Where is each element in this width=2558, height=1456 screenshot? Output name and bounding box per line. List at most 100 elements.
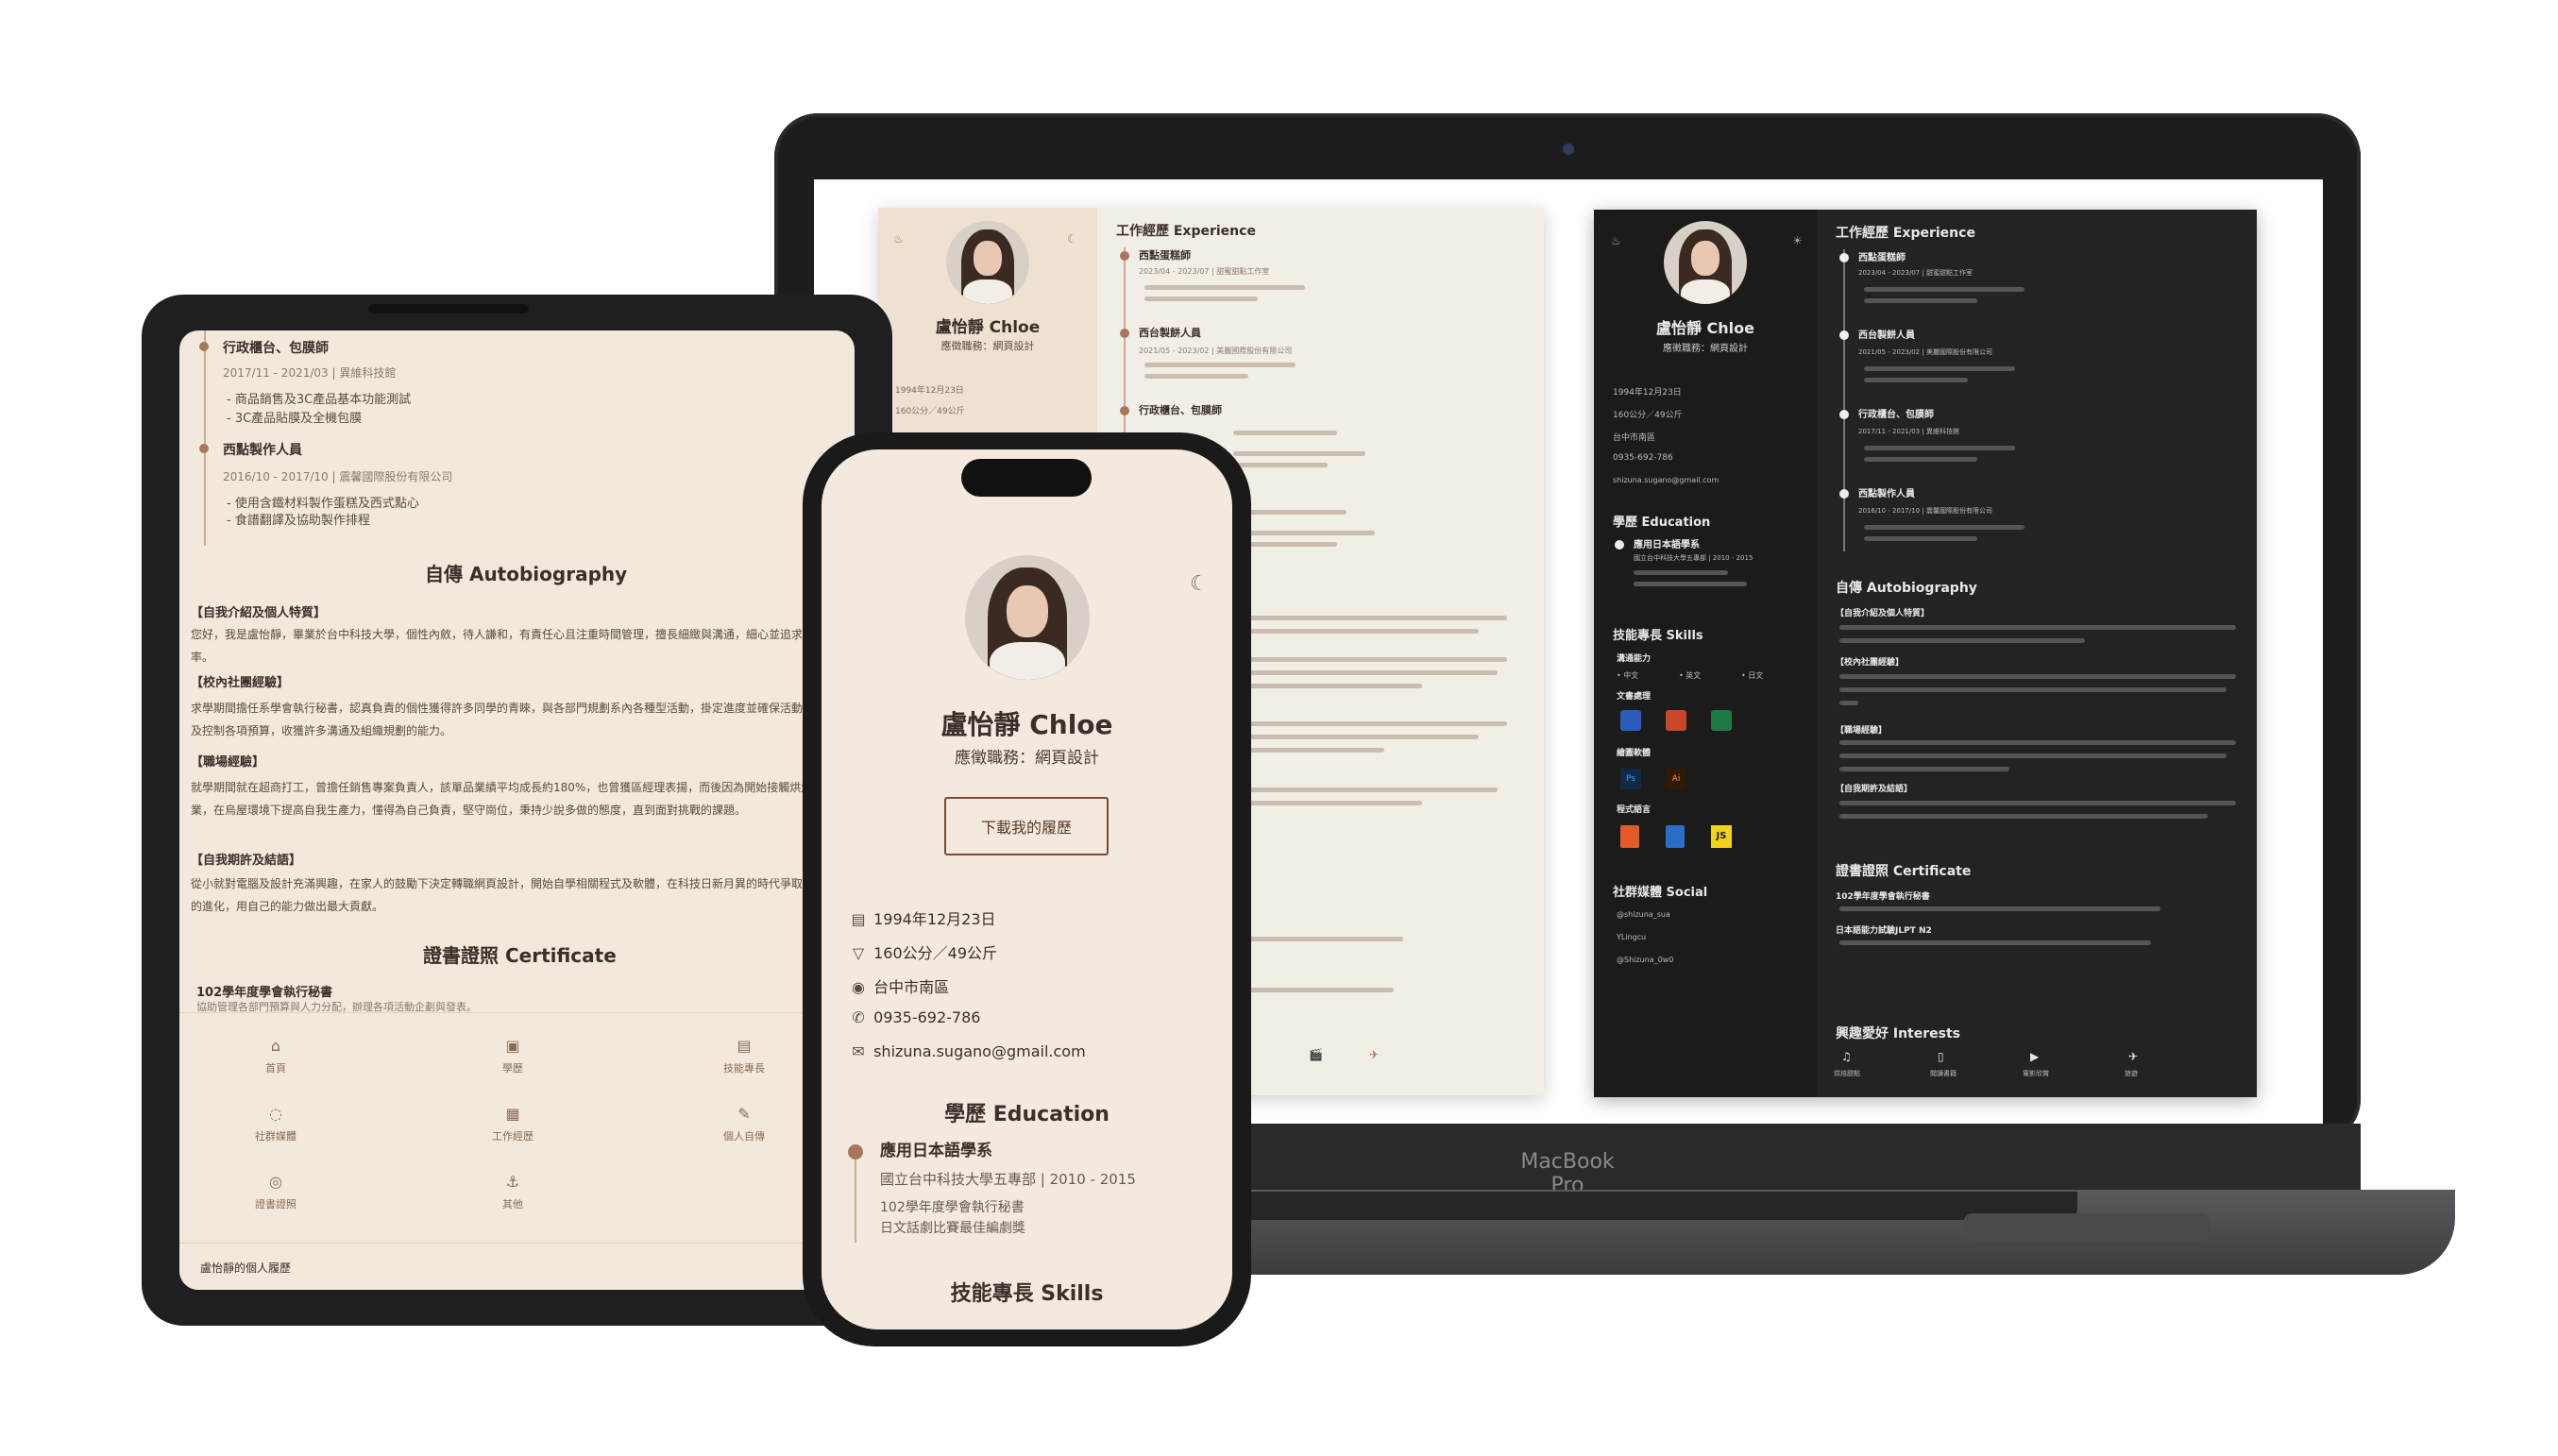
education-icon: ▣ [505,1037,520,1055]
html-icon [1620,825,1639,848]
info-location: 台中市南區 [1613,433,1656,443]
info-phone: 0935-692-786 [1613,453,1673,463]
travel-icon: ✈ [2128,1050,2139,1063]
resume-dark-page: ♨ ☀ 盧怡靜 Chloe 應徵職務：網頁設計 1994年12月23日 160公… [1594,210,2257,1097]
interest-travel-icon: ✈ [1369,1048,1380,1061]
education-note-0: 102學年度學會執行秘書 [880,1200,1025,1215]
exp-title-3: 西點製作人員 [1858,489,1915,499]
tablet-screen: 行政櫃台、包膜師 2017/11 - 2021/03 | 異維科技館 - 商品銷… [179,330,855,1290]
avatar [965,555,1090,680]
nav-social[interactable]: ◌ 社群媒體 [229,1105,323,1143]
skills-icon: ▤ [737,1037,752,1055]
exp-meta-3: 2016/10 - 2017/10 | 震馨國際股份有限公司 [1858,507,1992,515]
exp-title-2: 行政櫃台、包膜師 [1858,410,1934,420]
autobio-heading-2: 【職場經驗】 [1836,726,1888,736]
social-title: 社群媒體 Social [1613,886,1708,900]
skill-group-2: 繪圖軟體 [1617,749,1652,758]
phone-screen: ☾ 盧怡靜 Chloe 應徵職務：網頁設計 下載我的履歷 ▤ 1994年12月2… [822,449,1232,1329]
autobio-text-1: 求學期間擔任系學會執行秘書，認真負責的個性獲得許多同學的青睞，與各部門規劃系內各… [191,702,826,737]
nav-experience[interactable]: ▦ 工作經歷 [466,1105,560,1143]
download-resume-button[interactable]: 下載我的履歷 [944,797,1109,855]
info-birthday: 1994年12月23日 [1613,388,1682,398]
education-note-1: 日文話劇比賽最佳編劇獎 [880,1221,1025,1236]
print-icon[interactable]: ♨ [893,232,904,245]
location-icon: ◉ [852,978,865,996]
info-birthday: ▤ 1994年12月23日 [848,906,995,929]
skill-group-0: 溝通能力 [1617,654,1652,664]
certificate-name-0: 102學年度學會執行秘書 [196,986,333,1000]
avatar [946,221,1029,304]
nav-home[interactable]: ⌂ 首頁 [229,1037,323,1075]
exp-meta-2: 2017/11 - 2021/03 | 異維科技館 [223,366,397,380]
exp-meta-2: 2017/11 - 2021/03 | 異維科技館 [1858,428,1959,435]
skill-group-1: 文書處理 [1617,692,1652,702]
info-email[interactable]: ✉ shizuna.sugano@gmail.com [848,1042,1085,1060]
education-department: 應用日本語學系 [880,1142,992,1160]
print-icon[interactable]: ♨ [1611,234,1621,247]
exp-meta-0: 2023/04 - 2023/07 | 甜蜜甜點工作室 [1139,267,1270,276]
education-school: 國立台中科技大學五專部 | 2010 - 2015 [1634,554,1753,562]
moon-icon[interactable]: ☾ [1190,572,1209,596]
social-link-1[interactable]: YLingcu [1617,933,1646,941]
theme-toggle-icon[interactable]: ☾ [1067,232,1077,245]
education-title: 學歷 Education [944,1103,1110,1126]
skills-title: 技能專長 Skills [1613,629,1703,643]
autobio-heading-0: 【自我介紹及個人特質】 [191,606,327,620]
experience-title: 工作經歷 Experience [1116,224,1256,239]
excel-icon [1711,710,1732,731]
nav-certificate[interactable]: ◎ 證書證照 [229,1173,323,1211]
social-link-0[interactable]: @shizuna_sua [1617,910,1670,919]
social-link-2[interactable]: @Shizuna_0w0 [1617,956,1673,964]
javascript-icon: JS [1711,825,1732,848]
autobio-heading-3: 【自我期許及結語】 [191,854,302,868]
autobio-heading-0: 【自我介紹及個人特質】 [1836,609,1930,618]
nav-other[interactable]: ⚓ 其他 [466,1173,560,1211]
exp-title-3: 西點製作人員 [223,443,302,458]
interest-2: 電影欣賞 [2023,1070,2049,1077]
interest-movie-icon: 🎬 [1309,1048,1323,1061]
music-icon: ♫ [1841,1050,1852,1063]
certificate-title: 證書證照 Certificate [1836,864,1972,879]
resume-name: 盧怡靜 Chloe [1655,319,1755,337]
info-location: ◉ 台中市南區 [848,974,949,997]
skills-title: 技能專長 Skills [950,1282,1104,1306]
skill-group-3: 程式語言 [1617,805,1652,815]
exp-title-2: 行政櫃台、包膜師 [1139,404,1222,416]
css-icon [1666,825,1685,848]
certificate-title: 證書證照 Certificate [423,944,617,967]
laptop-camera [1563,144,1574,155]
autobio-heading-3: 【自我期許及結語】 [1836,785,1913,794]
briefcase-icon: ▦ [505,1105,520,1123]
info-phone[interactable]: ✆ 0935-692-786 [848,1008,980,1026]
resume-name: 盧怡靜 Chloe [940,709,1113,740]
nav-autobiography[interactable]: ✎ 個人自傳 [697,1105,791,1143]
interest-3: 旅遊 [2125,1070,2138,1077]
certificate-name-0: 102學年度學會執行秘書 [1836,892,1930,902]
calendar-icon: ▤ [851,910,866,928]
exp-title-1: 西台製餅人員 [1858,330,1915,341]
experience-title: 工作經歷 Experience [1836,226,1975,241]
exp-title-0: 西點蛋糕師 [1858,253,1906,263]
info-height-weight: 160公分／49公斤 [1613,411,1683,420]
autobiography-title: 自傳 Autobiography [425,563,628,585]
autobio-text-3: 從小就對電腦及設計充滿興趣，在家人的鼓勵下決定轉職網頁設計，開始自學相關程式及軟… [191,877,826,913]
info-email: shizuna.sugano@gmail.com [1613,476,1719,484]
exp-title-0: 西點蛋糕師 [1139,249,1191,262]
theme-toggle-icon[interactable]: ☀ [1792,234,1803,247]
exp-meta-1: 2021/05 - 2023/02 | 美麗國際股份有限公司 [1139,347,1293,355]
avatar [1664,221,1747,304]
nav-education[interactable]: ▣ 學歷 [466,1037,560,1075]
autobiography-title: 自傳 Autobiography [1836,581,1977,596]
autobio-heading-1: 【校內社團經驗】 [1836,658,1905,668]
resume-role: 應徵職務：網頁設計 [955,749,1099,768]
movie-icon: ▶ [2030,1050,2040,1063]
social-icon: ◌ [269,1105,282,1123]
exp-title-1: 西台製餅人員 [1139,327,1201,339]
certificate-name-1: 日本語能力試驗JLPT N2 [1836,926,1932,936]
home-icon: ⌂ [270,1037,281,1055]
autobio-heading-2: 【職場經驗】 [191,755,265,770]
exp-meta-1: 2021/05 - 2023/02 | 美麗國際股份有限公司 [1858,348,1992,356]
phone-dynamic-island [961,459,1092,497]
education-school: 國立台中科技大學五專部 | 2010 - 2015 [880,1171,1136,1188]
nav-skills[interactable]: ▤ 技能專長 [697,1037,791,1075]
